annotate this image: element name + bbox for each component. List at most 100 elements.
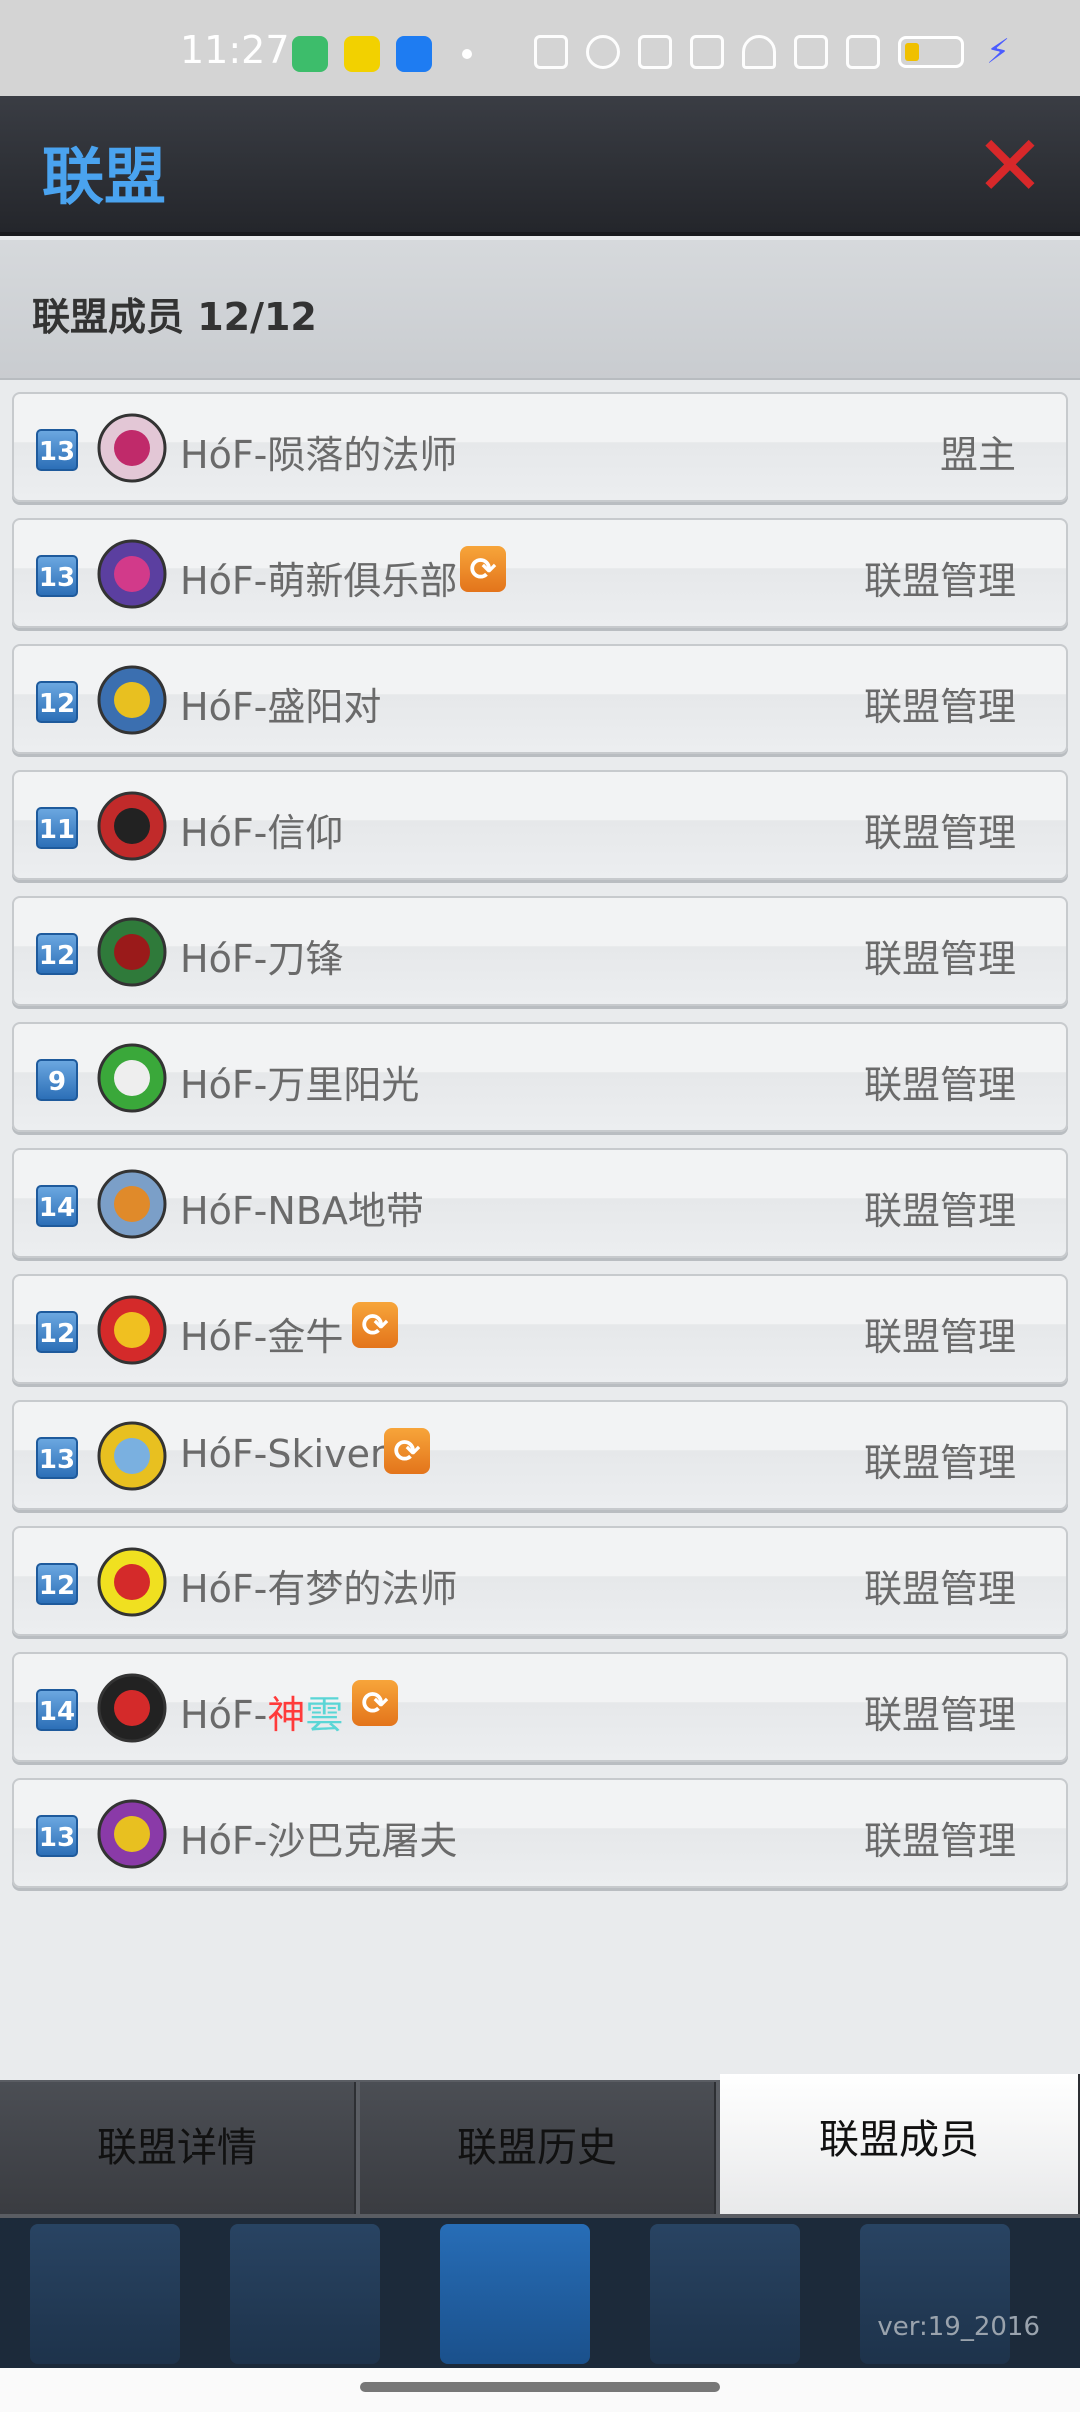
member-role: 联盟管理 — [863, 1693, 1016, 1737]
member-role: 联盟管理 — [863, 559, 1016, 603]
status-notification-icons — [292, 36, 472, 72]
member-name: HóF-刀锋 — [180, 937, 344, 981]
team-emblem-icon — [96, 1414, 168, 1498]
team-emblem-icon — [96, 1540, 168, 1624]
member-row[interactable]: 12 HóF-盛阳对 联盟管理 — [12, 644, 1068, 754]
members-section-header: 联盟成员 12/12 — [0, 240, 1080, 380]
alliance-header: 联盟 ✕ — [0, 96, 1080, 236]
swap-icon[interactable]: ⟳ — [460, 546, 506, 592]
level-badge: 13 — [36, 1437, 78, 1479]
member-name: HóF-有梦的法师 — [180, 1567, 458, 1611]
member-row[interactable]: 13 HóF-萌新俱乐部 ⟳ 联盟管理 — [12, 518, 1068, 628]
nav-button[interactable] — [230, 2224, 380, 2364]
member-role: 联盟管理 — [863, 1315, 1016, 1359]
wifi-icon — [742, 35, 777, 69]
level-badge: 12 — [36, 681, 78, 723]
alarm-icon — [586, 35, 621, 69]
tab-alliance-members[interactable]: 联盟成员 — [720, 2074, 1080, 2214]
team-emblem-icon — [96, 1666, 168, 1750]
member-row[interactable]: 12 HóF-金牛 ⟳ 联盟管理 — [12, 1274, 1068, 1384]
charging-icon: ⚡ — [986, 32, 1010, 72]
app-notification-icon — [344, 36, 380, 72]
member-name-part: 神 — [267, 1693, 306, 1737]
member-row[interactable]: 13 HóF-Skiven ⟳ 联盟管理 — [12, 1400, 1068, 1510]
signal-icon — [794, 35, 829, 69]
tab-alliance-history[interactable]: 联盟历史 — [360, 2082, 716, 2214]
team-emblem-icon — [96, 1036, 168, 1120]
members-count-title: 联盟成员 12/12 — [32, 295, 317, 339]
level-badge: 13 — [36, 555, 78, 597]
member-name: HóF-盛阳对 — [180, 685, 382, 729]
team-emblem-icon — [96, 532, 168, 616]
member-role: 联盟管理 — [863, 685, 1016, 729]
page-title: 联盟 — [42, 140, 167, 213]
level-badge: 11 — [36, 807, 78, 849]
swap-icon[interactable]: ⟳ — [352, 1302, 398, 1348]
hd-icon — [690, 35, 725, 69]
more-dot-icon — [462, 49, 472, 59]
tab-bar: 联盟详情 联盟历史 联盟成员 — [0, 2074, 1080, 2218]
member-role: 联盟管理 — [863, 937, 1016, 981]
member-role: 联盟管理 — [863, 1063, 1016, 1107]
member-row[interactable]: 13 HóF-陨落的法师 盟主 — [12, 392, 1068, 502]
member-name: HóF-神雲 — [180, 1684, 343, 1739]
home-indicator[interactable] — [360, 2382, 720, 2392]
tab-alliance-details[interactable]: 联盟详情 — [0, 2082, 356, 2214]
level-badge: 9 — [36, 1059, 78, 1101]
member-row[interactable]: 12 HóF-有梦的法师 联盟管理 — [12, 1526, 1068, 1636]
member-row[interactable]: 13 HóF-沙巴克屠夫 联盟管理 — [12, 1778, 1068, 1888]
status-system-icons: ⚡ — [534, 32, 1010, 72]
member-row[interactable]: 12 HóF-刀锋 联盟管理 — [12, 896, 1068, 1006]
nav-button[interactable] — [860, 2224, 1010, 2364]
battery-icon — [898, 36, 965, 68]
member-list: 13 HóF-陨落的法师 盟主 13 HóF-萌新俱乐部 ⟳ 联盟管理 12 HóF-盛阳对 联盟… — [12, 392, 1068, 1904]
level-badge: 12 — [36, 933, 78, 975]
status-bar: 11:27 ⚡ — [0, 0, 1080, 96]
team-emblem-icon — [96, 784, 168, 868]
member-role: 联盟管理 — [863, 1567, 1016, 1611]
team-emblem-icon — [96, 1162, 168, 1246]
member-name: HóF-Skiven — [180, 1432, 395, 1476]
nav-button[interactable] — [650, 2224, 800, 2364]
level-badge: 12 — [36, 1311, 78, 1353]
level-badge: 12 — [36, 1563, 78, 1605]
close-button[interactable]: ✕ — [974, 124, 1046, 208]
member-row[interactable]: 11 HóF-信仰 联盟管理 — [12, 770, 1068, 880]
phone-notification-icon — [396, 36, 432, 72]
member-role: 联盟管理 — [863, 1819, 1016, 1863]
member-row[interactable]: 14 HóF-神雲 ⟳ 联盟管理 — [12, 1652, 1068, 1762]
member-name-part: 雲 — [305, 1693, 344, 1737]
member-role: 联盟管理 — [863, 811, 1016, 855]
team-emblem-icon — [96, 406, 168, 490]
version-label: ver:19_2016 — [877, 2312, 1040, 2342]
member-row[interactable]: 14 HóF-NBA地带 联盟管理 — [12, 1148, 1068, 1258]
swap-icon[interactable]: ⟳ — [352, 1680, 398, 1726]
bluetooth-icon — [638, 35, 673, 69]
team-emblem-icon — [96, 1792, 168, 1876]
signal-icon — [846, 35, 881, 69]
member-name: HóF-金牛 — [180, 1315, 344, 1359]
nav-button[interactable] — [440, 2224, 590, 2364]
member-name-prefix: HóF- — [180, 1693, 268, 1737]
app-notification-icon — [292, 36, 328, 72]
member-row[interactable]: 9 HóF-万里阳光 联盟管理 — [12, 1022, 1068, 1132]
member-role: 盟主 — [939, 433, 1016, 477]
level-badge: 13 — [36, 429, 78, 471]
member-name: HóF-NBA地带 — [180, 1189, 424, 1233]
nav-button[interactable] — [30, 2224, 180, 2364]
member-name: HóF-信仰 — [180, 811, 344, 855]
member-name: HóF-万里阳光 — [180, 1063, 420, 1107]
level-badge: 14 — [36, 1689, 78, 1731]
status-time: 11:27 — [180, 28, 290, 72]
nfc-icon — [534, 35, 569, 69]
swap-icon[interactable]: ⟳ — [384, 1428, 430, 1474]
team-emblem-icon — [96, 1288, 168, 1372]
member-role: 联盟管理 — [863, 1441, 1016, 1485]
level-badge: 13 — [36, 1815, 78, 1857]
team-emblem-icon — [96, 910, 168, 994]
member-role: 联盟管理 — [863, 1189, 1016, 1233]
close-icon: ✕ — [974, 117, 1046, 215]
member-name: HóF-陨落的法师 — [180, 433, 458, 477]
level-badge: 14 — [36, 1185, 78, 1227]
member-name: HóF-沙巴克屠夫 — [180, 1819, 458, 1863]
